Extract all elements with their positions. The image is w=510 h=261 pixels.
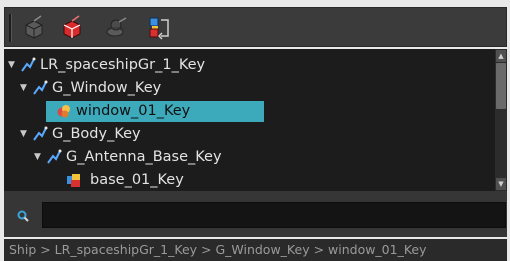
search-input[interactable]	[42, 202, 506, 228]
tree-node-label: base_01_Key	[90, 172, 184, 188]
tree-row[interactable]: ▼ G_Window_Key	[4, 77, 494, 99]
tree-row[interactable]: ▼ G_Body_Key	[4, 123, 494, 145]
scroll-thumb[interactable]	[496, 63, 506, 109]
add-camera-icon[interactable]	[101, 14, 131, 42]
tree-row[interactable]: base_01_Key	[4, 169, 494, 191]
add-drawing-icon[interactable]	[57, 14, 87, 42]
expand-arrow-icon[interactable]: ▼	[20, 77, 30, 99]
peg-icon	[20, 57, 36, 73]
peg-icon	[32, 126, 48, 142]
toolbar	[4, 7, 507, 47]
node-library-panel: ▼ LR_spaceshipGr_1_Key ▼ G_Window_Key wi…	[0, 0, 510, 261]
tree-row[interactable]: ▼ LR_spaceshipGr_1_Key	[4, 54, 494, 76]
expand-arrow-icon[interactable]: ▼	[20, 123, 30, 145]
tree-node-label: G_Body_Key	[52, 126, 141, 142]
tree-row-selected[interactable]: window_01_Key	[4, 100, 494, 122]
peg-icon	[32, 80, 48, 96]
tree-node-label: window_01_Key	[76, 103, 191, 119]
tree-row[interactable]: ▼ G_Antenna_Base_Key	[4, 146, 494, 168]
vertical-scrollbar[interactable]: ▲ ▼	[495, 49, 507, 191]
scroll-up-icon[interactable]: ▲	[496, 50, 506, 62]
reparent-icon[interactable]	[143, 14, 173, 42]
tree-node-label: LR_spaceshipGr_1_Key	[40, 57, 206, 73]
tree-node-label: G_Antenna_Base_Key	[66, 149, 222, 165]
search-icon	[16, 208, 30, 222]
toolbar-grip[interactable]	[9, 14, 12, 42]
tree-node-label: G_Window_Key	[52, 80, 162, 96]
expand-arrow-icon[interactable]: ▼	[34, 146, 44, 168]
drawing-layer-icon	[66, 172, 82, 188]
node-tree: ▼ LR_spaceshipGr_1_Key ▼ G_Window_Key wi…	[4, 49, 507, 191]
peg-icon	[46, 149, 62, 165]
peg-icon[interactable]	[19, 14, 49, 42]
scroll-down-icon[interactable]: ▼	[496, 178, 506, 190]
breadcrumb: Ship > LR_spaceshipGr_1_Key > G_Window_K…	[4, 239, 507, 261]
drawing-layer-icon	[56, 103, 72, 119]
expand-arrow-icon[interactable]: ▼	[8, 54, 18, 76]
search-bar	[4, 191, 507, 237]
